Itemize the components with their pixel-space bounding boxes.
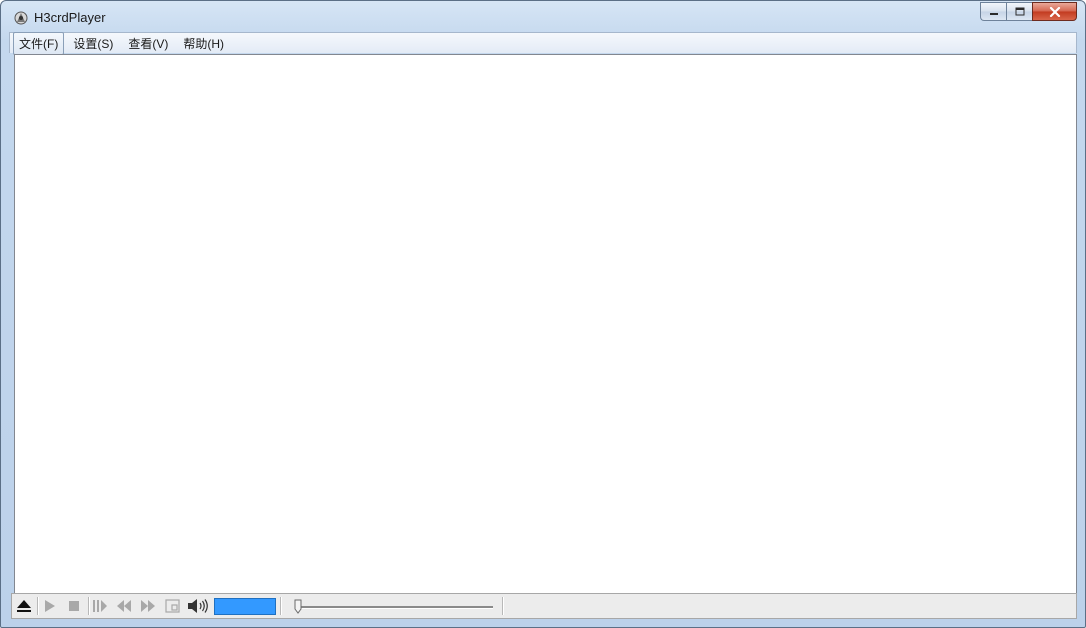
minimize-icon [989, 12, 998, 15]
video-display-area[interactable] [14, 54, 1077, 593]
caption-buttons [980, 2, 1077, 22]
title-bar[interactable]: H3crdPlayer [1, 1, 1085, 32]
app-window: H3crdPlayer 文件(F) 设置(S) 查看(V) 帮助(H) [0, 0, 1086, 628]
fullscreen-button[interactable] [163, 597, 181, 615]
play-icon [45, 600, 55, 612]
eject-icon [17, 600, 31, 612]
mute-button[interactable] [187, 597, 209, 615]
app-logo-icon [14, 11, 28, 25]
rewind-button[interactable] [115, 597, 133, 615]
volume-slider[interactable] [214, 598, 276, 615]
playback-control-bar [11, 593, 1077, 619]
maximize-icon [1015, 7, 1024, 16]
step-forward-icon [93, 600, 107, 612]
menu-file[interactable]: 文件(F) [13, 31, 65, 55]
rewind-icon [117, 600, 131, 612]
minimize-button[interactable] [980, 2, 1006, 21]
fullscreen-icon [164, 599, 180, 613]
speaker-icon [188, 599, 208, 613]
close-icon [1049, 6, 1060, 17]
stop-icon [69, 601, 79, 611]
stop-button[interactable] [65, 597, 83, 615]
maximize-button[interactable] [1006, 2, 1032, 21]
step-forward-button[interactable] [91, 597, 109, 615]
separator [502, 597, 503, 615]
menu-view[interactable]: 查看(V) [122, 32, 174, 55]
separator [280, 597, 281, 615]
play-button[interactable] [41, 597, 59, 615]
seek-slider-track[interactable] [297, 606, 493, 609]
eject-button[interactable] [15, 597, 33, 615]
window-title: H3crdPlayer [34, 10, 106, 25]
menu-help[interactable]: 帮助(H) [177, 32, 230, 55]
menu-settings[interactable]: 设置(S) [67, 32, 119, 55]
fast-forward-icon [141, 600, 155, 612]
close-button[interactable] [1032, 2, 1077, 21]
separator [88, 597, 89, 615]
fast-forward-button[interactable] [139, 597, 157, 615]
separator [37, 597, 38, 615]
seek-slider-thumb[interactable] [294, 599, 302, 614]
menu-bar: 文件(F) 设置(S) 查看(V) 帮助(H) [9, 31, 1077, 55]
volume-level-fill [215, 599, 275, 614]
